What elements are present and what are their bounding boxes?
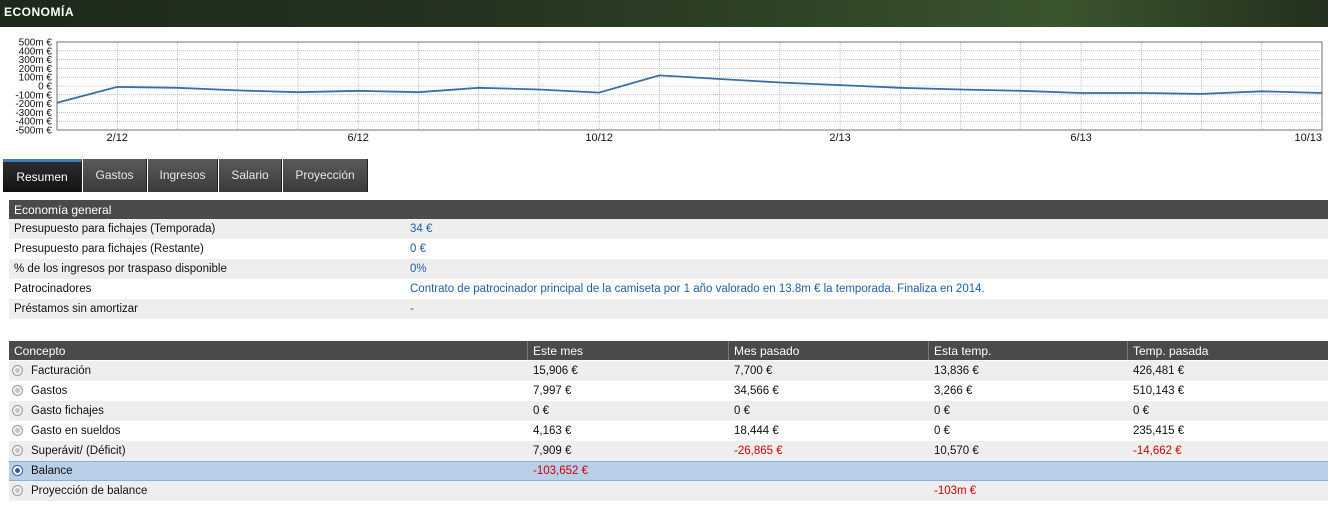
general-row-value: 34 €	[410, 223, 433, 235]
x-tick-label: 2/13	[829, 132, 850, 144]
tab-resumen[interactable]: Resumen	[3, 159, 82, 192]
row-mes-pasado: 34,566 €	[734, 385, 779, 397]
row-este-mes: 7,909 €	[533, 445, 572, 457]
row-mes-pasado: -26,865 €	[734, 445, 783, 457]
row-este-mes: -103,652 €	[533, 465, 588, 477]
balance-series-line	[56, 74, 1323, 104]
x-tick-label: 6/13	[1070, 132, 1091, 144]
row-temp-pasada: 0 €	[1133, 405, 1149, 417]
row-concept: Superávit/ (Déficit)	[31, 445, 126, 457]
general-row-label: % de los ingresos por traspaso disponibl…	[14, 263, 227, 275]
general-row: % de los ingresos por traspaso disponibl…	[9, 259, 1328, 279]
table-row[interactable]: Facturación 15,906 € 7,700 € 13,836 € 42…	[9, 361, 1328, 381]
table-row[interactable]: Proyección de balance -103m €	[9, 481, 1328, 501]
column-header-este-mes[interactable]: Este mes	[527, 341, 728, 360]
general-row-label: Presupuesto para fichajes (Temporada)	[14, 223, 216, 235]
row-este-mes: 4,163 €	[533, 425, 572, 437]
general-header: Economía general	[9, 200, 1328, 219]
table-row[interactable]: Superávit/ (Déficit) 7,909 € -26,865 € 1…	[9, 441, 1328, 461]
x-tick-label: 10/12	[585, 132, 613, 144]
y-tick-label: -500m €	[15, 126, 52, 137]
row-mes-pasado: 0 €	[734, 405, 750, 417]
row-esta-temp: 10,570 €	[934, 445, 979, 457]
general-row-label: Presupuesto para fichajes (Restante)	[14, 243, 204, 255]
balance-chart-svg: 500m €400m €300m €200m €100m €0 €-100m €…	[15, 38, 1323, 144]
general-row: Presupuesto para fichajes (Restante) 0 €	[9, 239, 1328, 259]
row-radio[interactable]	[12, 365, 23, 376]
row-mes-pasado: 18,444 €	[734, 425, 779, 437]
row-radio[interactable]	[12, 445, 23, 456]
row-esta-temp: 0 €	[934, 425, 950, 437]
row-este-mes: 7,997 €	[533, 385, 572, 397]
row-temp-pasada: -14,662 €	[1133, 445, 1182, 457]
tab-ingresos[interactable]: Ingresos	[148, 159, 218, 192]
sponsor-value: Contrato de patrocinador principal de la…	[410, 283, 985, 295]
row-temp-pasada: 235,415 €	[1133, 425, 1185, 437]
row-radio[interactable]	[12, 405, 23, 416]
economy-panel: Economía general Presupuesto para fichaj…	[0, 192, 1328, 507]
x-tick-label: 2/12	[107, 132, 128, 144]
row-este-mes: 15,906 €	[533, 365, 578, 377]
general-row-value: 0%	[410, 263, 427, 275]
row-concept: Proyección de balance	[31, 485, 148, 497]
general-row-value: -	[410, 303, 414, 315]
row-radio[interactable]	[12, 425, 23, 436]
x-tick-label: 10/13	[1294, 132, 1322, 144]
general-row-label: Patrocinadores	[14, 283, 92, 295]
tab-salario[interactable]: Salario	[219, 159, 282, 192]
row-concept: Balance	[31, 465, 73, 477]
general-row: Patrocinadores Contrato de patrocinador …	[9, 279, 1328, 299]
table-row[interactable]: Gastos 7,997 € 34,566 € 3,266 € 510,143 …	[9, 381, 1328, 401]
row-temp-pasada: 510,143 €	[1133, 385, 1185, 397]
general-row-value: 0 €	[410, 243, 426, 255]
table-row-selected[interactable]: Balance -103,652 €	[9, 461, 1328, 481]
row-temp-pasada: 426,481 €	[1133, 365, 1185, 377]
row-concept: Facturación	[31, 365, 92, 377]
row-concept: Gasto en sueldos	[31, 425, 121, 437]
table-row[interactable]: Gasto fichajes 0 € 0 € 0 € 0 €	[9, 401, 1328, 421]
table-header: Concepto Este mes Mes pasado Esta temp. …	[9, 341, 1328, 360]
window-title: ECONOMÍA	[0, 0, 1328, 27]
row-esta-temp: 13,836 €	[934, 365, 979, 377]
x-tick-label: 6/12	[347, 132, 368, 144]
general-row-label: Préstamos sin amortizar	[14, 303, 138, 315]
tab-bar: Resumen Gastos Ingresos Salario Proyecci…	[0, 155, 1328, 192]
row-esta-temp: 3,266 €	[934, 385, 973, 397]
column-header-temp-pasada[interactable]: Temp. pasada	[1127, 341, 1328, 360]
row-este-mes: 0 €	[533, 405, 549, 417]
row-mes-pasado: 7,700 €	[734, 365, 773, 377]
tab-gastos[interactable]: Gastos	[83, 159, 147, 192]
row-esta-temp: 0 €	[934, 405, 950, 417]
column-header-concepto[interactable]: Concepto	[9, 341, 527, 360]
general-row: Presupuesto para fichajes (Temporada) 34…	[9, 219, 1328, 239]
table-row[interactable]: Gasto en sueldos 4,163 € 18,444 € 0 € 23…	[9, 421, 1328, 441]
column-header-mes-pasado[interactable]: Mes pasado	[728, 341, 928, 360]
balance-chart: 500m €400m €300m €200m €100m €0 € -100m €…	[0, 27, 1328, 155]
tab-proyeccion[interactable]: Proyección	[283, 159, 368, 192]
row-esta-temp: -103m €	[934, 485, 977, 497]
row-concept: Gastos	[31, 385, 68, 397]
column-header-esta-temp[interactable]: Esta temp.	[928, 341, 1127, 360]
row-radio-selected[interactable]	[12, 465, 23, 476]
row-concept: Gasto fichajes	[31, 405, 104, 417]
general-row: Préstamos sin amortizar -	[9, 299, 1328, 319]
row-radio[interactable]	[12, 385, 23, 396]
row-radio[interactable]	[12, 485, 23, 496]
